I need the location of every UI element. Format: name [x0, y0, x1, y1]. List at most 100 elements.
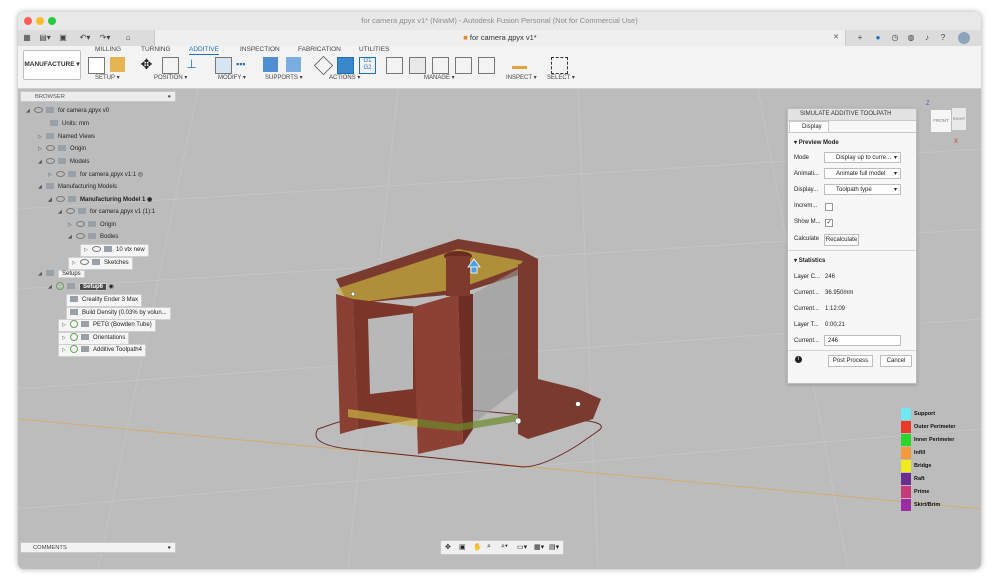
browser-item[interactable]: ◢ for camera друх v0: [26, 106, 109, 117]
browser-header[interactable]: BROWSER ●: [20, 91, 176, 102]
manage-icon-2[interactable]: [409, 57, 426, 74]
tab-display[interactable]: Display: [789, 121, 829, 132]
avatar[interactable]: [958, 32, 970, 44]
view-cube-right[interactable]: RIGHT: [951, 107, 967, 131]
eye-icon[interactable]: [76, 221, 85, 228]
display-settings-icon[interactable]: ▭▾: [517, 543, 527, 551]
browser-item[interactable]: ▷ PETG (Bowden Tube): [58, 319, 156, 332]
simulate-icon[interactable]: [337, 57, 354, 74]
tab-additive[interactable]: ADDITIVE: [189, 46, 219, 55]
file-menu-icon[interactable]: ▤▾: [38, 32, 52, 44]
group-modify[interactable]: MODIFY ▾: [218, 74, 246, 81]
eye-icon[interactable]: [92, 246, 101, 253]
group-manage[interactable]: MANAGE ▾: [424, 74, 455, 81]
manage-icon-1[interactable]: [386, 57, 403, 74]
globe-icon[interactable]: ◍: [906, 32, 916, 44]
pan-icon[interactable]: ✋: [473, 543, 482, 551]
browser-item[interactable]: ◢ Manufacturing Model 1 ◉: [48, 195, 152, 206]
cancel-button[interactable]: Cancel: [880, 355, 912, 367]
animation-select[interactable]: Animate full model ▾: [824, 168, 901, 179]
setup-icon[interactable]: [88, 57, 105, 74]
comments-pin-icon[interactable]: ●: [167, 543, 171, 554]
browser-item[interactable]: ◢ for camera друх v1 (1):1: [58, 207, 155, 218]
tab-utilities[interactable]: UTILITIES: [359, 46, 389, 53]
browser-item[interactable]: ◢ Setup6 ◉: [48, 282, 114, 293]
generate-icon[interactable]: [313, 55, 334, 76]
place-parts-icon[interactable]: [162, 57, 179, 74]
tab-inspection[interactable]: INSPECTION: [240, 46, 280, 53]
printed-model[interactable]: [336, 239, 601, 454]
gcode-icon[interactable]: G1 G2: [359, 57, 376, 74]
data-panel-icon[interactable]: ●: [873, 32, 883, 44]
bar-support-icon[interactable]: [286, 57, 301, 72]
mode-select[interactable]: Display up to curre... ▾: [824, 152, 901, 163]
close-tab-icon[interactable]: ✕: [833, 33, 839, 41]
grid-menu-icon[interactable]: ▦: [22, 32, 32, 44]
browser-item[interactable]: Creality Ender 3 Max: [66, 294, 143, 307]
new-setup-icon[interactable]: [110, 57, 125, 72]
tab-milling[interactable]: MILLING: [95, 46, 121, 53]
redo-icon[interactable]: ↷▾: [98, 32, 112, 44]
incremental-checkbox[interactable]: [825, 203, 833, 211]
group-setup[interactable]: SETUP ▾: [95, 74, 120, 81]
group-supports[interactable]: SUPPORTS ▾: [265, 74, 303, 81]
look-at-icon[interactable]: ▣: [459, 543, 466, 551]
measure-icon[interactable]: [512, 57, 527, 69]
fit-icon[interactable]: ⌕▾: [501, 543, 508, 551]
save-icon[interactable]: ▣: [58, 32, 68, 44]
support-icon[interactable]: [263, 57, 278, 72]
workspace-switcher[interactable]: MANUFACTURE ▾: [23, 50, 81, 80]
group-actions[interactable]: ACTIONS ▾: [329, 74, 360, 81]
browser-item[interactable]: ◢ Models: [38, 157, 89, 168]
group-position[interactable]: POSITION ▾: [154, 74, 187, 81]
comments-panel[interactable]: COMMENTS ●: [20, 542, 176, 553]
browser-item[interactable]: ▷ 10 vtx new: [80, 244, 149, 257]
eye-icon[interactable]: [46, 158, 55, 165]
clock-icon[interactable]: ◷: [890, 32, 900, 44]
view-cube[interactable]: Z FRONT RIGHT X: [926, 101, 970, 149]
browser-item[interactable]: ◢ Setups: [38, 269, 85, 280]
eye-icon[interactable]: [76, 233, 85, 240]
select-icon[interactable]: [551, 57, 568, 74]
eye-icon[interactable]: [46, 145, 55, 152]
browser-item[interactable]: ▷ Additive Toolpath4: [58, 344, 146, 357]
browser-item[interactable]: ◢ Manufacturing Models: [38, 182, 117, 193]
view-cube-front[interactable]: FRONT: [930, 109, 952, 133]
zoom-icon[interactable]: ⌕: [487, 543, 491, 551]
manage-icon-4[interactable]: [455, 57, 472, 74]
home-icon[interactable]: ⌂: [122, 32, 134, 44]
tab-turning[interactable]: TURNING: [141, 46, 171, 53]
preview-mode-section[interactable]: ▾ Preview Mode: [794, 139, 839, 146]
browser-item[interactable]: ▷ Origin: [38, 144, 86, 155]
recalculate-button[interactable]: Recalculate: [824, 234, 859, 246]
statistics-section[interactable]: ▾ Statistics: [794, 257, 825, 264]
group-inspect[interactable]: INSPECT ▾: [506, 74, 537, 81]
show-model-checkbox[interactable]: ✓: [825, 219, 833, 227]
new-tab-icon[interactable]: +: [854, 32, 866, 44]
browser-item[interactable]: Units: mm: [50, 119, 89, 130]
browser-item[interactable]: ▷ for camera друх v1:1 ◎: [48, 170, 143, 181]
grid-settings-icon[interactable]: ▦▾: [534, 543, 544, 551]
display-select[interactable]: Toolpath type ▾: [824, 184, 901, 195]
pattern-icon[interactable]: ▪▪▪: [236, 57, 251, 72]
move-icon[interactable]: ✥: [139, 57, 154, 72]
bell-icon[interactable]: ♪: [922, 32, 932, 44]
manage-icon-5[interactable]: [478, 57, 495, 74]
eye-icon[interactable]: [56, 196, 65, 203]
drop-to-platform-icon[interactable]: ⊥: [184, 57, 199, 72]
info-icon[interactable]: i: [795, 356, 802, 363]
browser-pin-icon[interactable]: ●: [167, 92, 171, 103]
group-select[interactable]: SELECT ▾: [547, 74, 575, 81]
modify-icon[interactable]: [215, 57, 232, 74]
simulate-panel-header[interactable]: SIMULATE ADDITIVE TOOLPATH: [788, 109, 916, 121]
browser-item[interactable]: ▷ Origin: [68, 220, 116, 231]
orbit-icon[interactable]: ✥: [445, 543, 451, 551]
viewports-icon[interactable]: ▤▾: [549, 543, 559, 551]
eye-icon[interactable]: [66, 208, 75, 215]
manage-icon-3[interactable]: [432, 57, 449, 74]
active-radio-icon[interactable]: ◉: [145, 197, 152, 203]
tab-fabrication[interactable]: FABRICATION: [298, 46, 341, 53]
undo-icon[interactable]: ↶▾: [78, 32, 92, 44]
browser-item[interactable]: ▷ Named Views: [38, 132, 95, 143]
browser-item[interactable]: ◢ Bodies: [68, 232, 118, 243]
